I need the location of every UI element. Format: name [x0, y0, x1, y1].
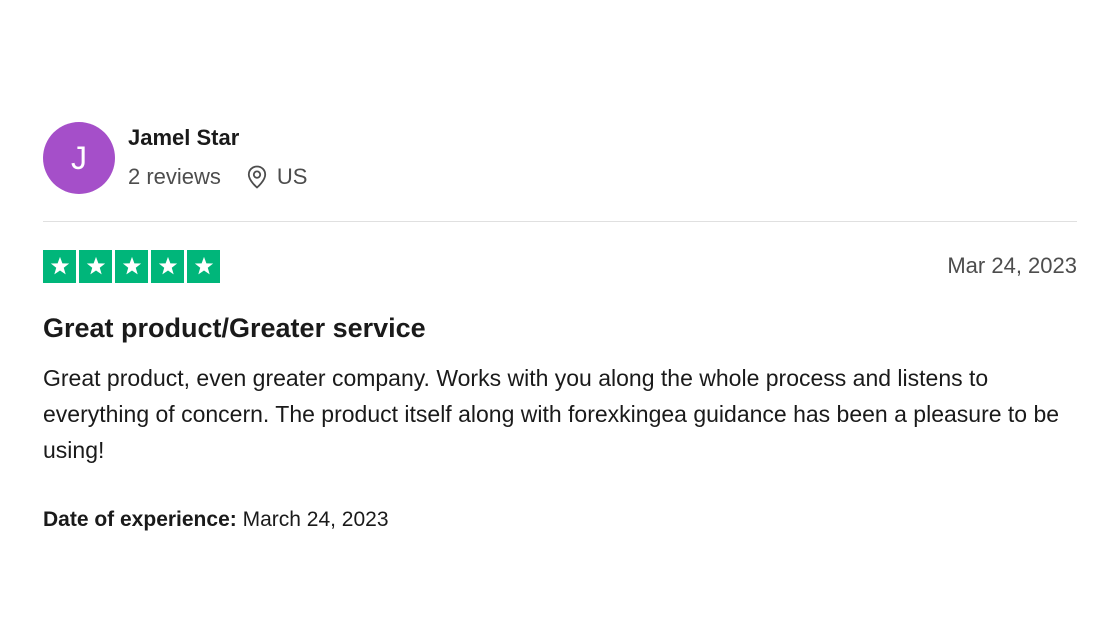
experience-label: Date of experience:	[43, 508, 237, 531]
star-icon	[43, 249, 76, 283]
star-rating	[43, 249, 220, 283]
reviewer-name[interactable]: Jamel Star	[128, 126, 307, 150]
review-title[interactable]: Great product/Greater service	[43, 312, 1077, 344]
avatar[interactable]: J	[43, 122, 115, 194]
reviewer-meta: 2 reviews US	[128, 165, 307, 189]
rating-row: Mar 24, 2023	[43, 249, 1077, 283]
star-icon	[79, 249, 112, 283]
reviewer-location: US	[276, 164, 308, 189]
star-icon	[151, 249, 184, 283]
divider	[43, 221, 1077, 222]
date-of-experience: Date of experience: March 24, 2023	[43, 508, 1077, 532]
review-header: J Jamel Star 2 reviews US	[43, 122, 1077, 195]
star-icon	[115, 249, 148, 283]
reviewer-info: Jamel Star 2 reviews US	[128, 122, 307, 189]
review-card: J Jamel Star 2 reviews US Mar 24, 2023 G…	[43, 122, 1077, 532]
review-date: Mar 24, 2023	[947, 253, 1077, 278]
star-icon	[187, 249, 220, 283]
location-pin-icon	[247, 165, 269, 189]
review-body: Great product, even greater company. Wor…	[43, 365, 1060, 463]
reviews-count: 2 reviews	[128, 164, 221, 189]
experience-date: March 24, 2023	[242, 508, 389, 531]
